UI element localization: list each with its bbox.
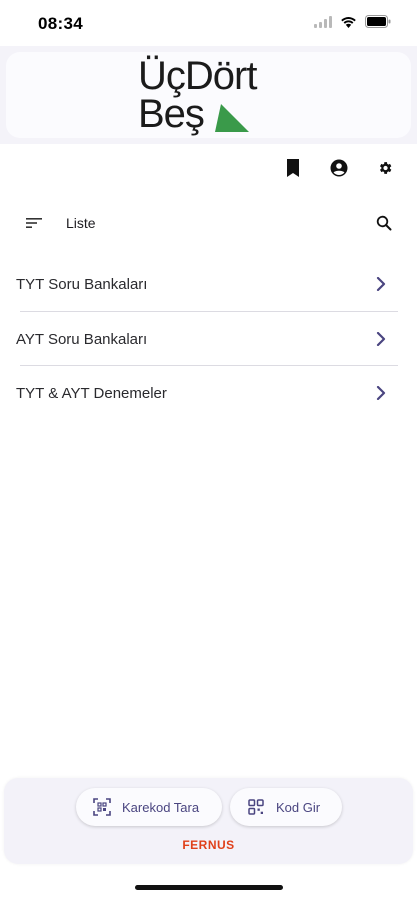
list-item-label: TYT Soru Bankaları <box>16 276 148 293</box>
battery-icon <box>365 15 391 33</box>
list-item-label: TYT & AYT Denemeler <box>16 385 167 402</box>
list-item-ayt-soru-bankalari[interactable]: AYT Soru Bankaları <box>0 312 417 366</box>
chevron-right-icon <box>371 329 391 349</box>
menu-list: TYT Soru Bankaları AYT Soru Bankaları TY… <box>0 257 417 421</box>
scan-qr-label: Karekod Tara <box>122 799 200 815</box>
filter-icon[interactable] <box>22 211 46 235</box>
list-header: Liste <box>0 206 417 240</box>
list-title: Liste <box>66 215 96 231</box>
enter-code-label: Kod Gir <box>276 799 321 815</box>
list-item-tyt-ayt-denemeler[interactable]: TYT & AYT Denemeler <box>0 366 417 421</box>
chevron-right-icon <box>371 274 391 294</box>
status-time: 08:34 <box>38 14 83 33</box>
status-bar: 08:34 <box>0 0 417 46</box>
list-item-tyt-soru-bankalari[interactable]: TYT Soru Bankaları <box>0 257 417 312</box>
logo-triangle <box>215 104 249 132</box>
enter-code-button[interactable]: Kod Gir <box>230 788 342 826</box>
qr-code-icon <box>246 797 266 817</box>
bookmark-icon[interactable] <box>281 156 305 180</box>
action-row <box>0 156 417 180</box>
bottom-action-card: Karekod Tara Kod Gir FERNUS <box>4 778 413 864</box>
logo-line-2: Beş <box>138 92 205 136</box>
list-item-label: AYT Soru Bankaları <box>16 330 148 348</box>
app-logo: ÜçDört Beş <box>138 56 288 136</box>
chevron-right-icon <box>371 383 391 403</box>
home-indicator <box>135 885 283 890</box>
signal-icon <box>314 15 332 33</box>
qr-scan-icon <box>92 797 112 817</box>
search-icon[interactable] <box>372 211 396 235</box>
logo-line-1: ÜçDört <box>138 54 257 98</box>
status-icons <box>314 15 391 33</box>
account-icon[interactable] <box>327 156 351 180</box>
settings-icon[interactable] <box>373 156 397 180</box>
brand-logo: FERNUS <box>182 838 235 852</box>
scan-qr-button[interactable]: Karekod Tara <box>76 788 222 826</box>
wifi-icon <box>340 15 357 33</box>
